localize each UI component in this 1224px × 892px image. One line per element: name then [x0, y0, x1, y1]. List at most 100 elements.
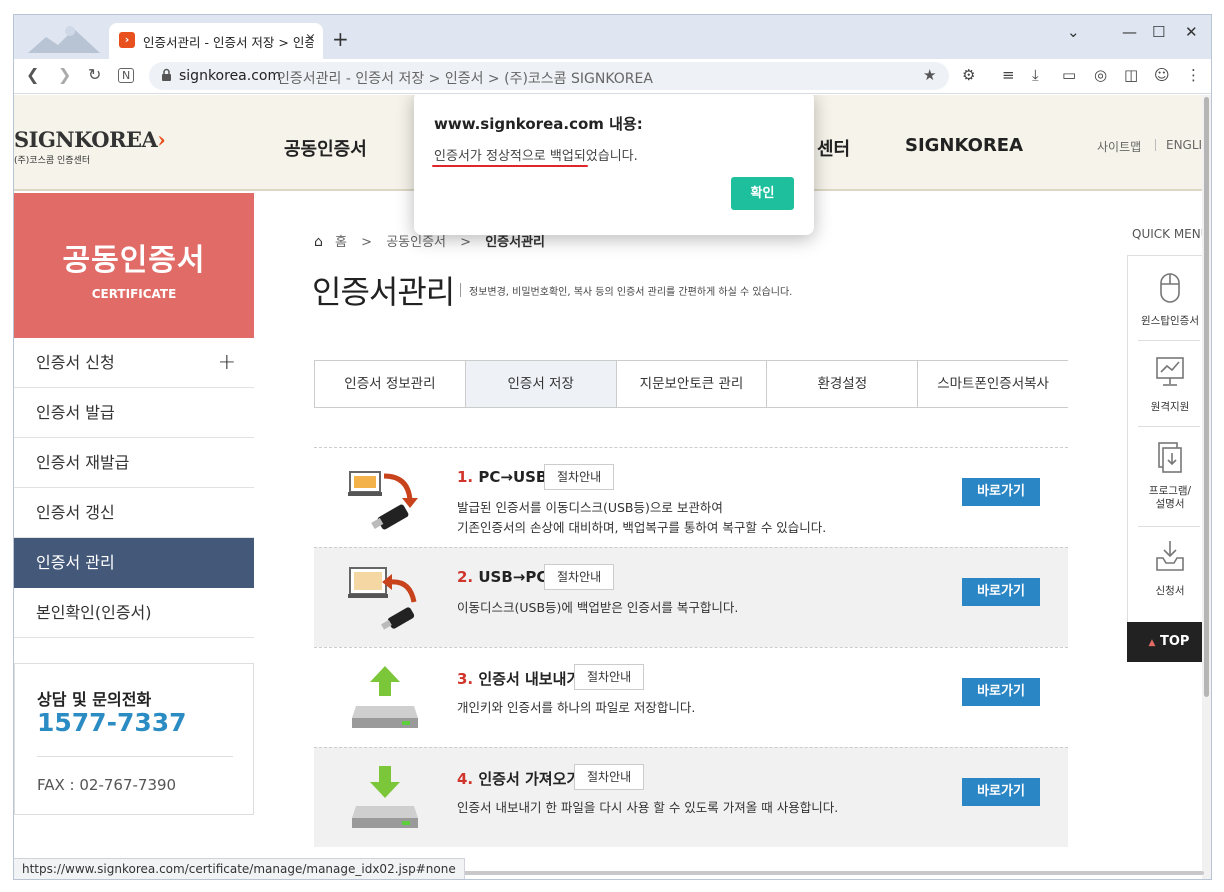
- go-button[interactable]: 바로가기: [962, 678, 1040, 706]
- tab-search-icon[interactable]: ⌄: [1067, 23, 1080, 41]
- monitor-chart-icon: [1156, 357, 1184, 386]
- row-description: 인증서 내보내기 한 파일을 다시 사용 할 수 있도록 가져올 때 사용합니다…: [457, 798, 838, 818]
- naver-extension-icon[interactable]: N: [118, 68, 135, 83]
- row-title: 1. PC→USB: [457, 468, 547, 486]
- row-description: 발급된 인증서를 이동디스크(USB등)으로 보관하여 기존인증서의 손상에 대비…: [457, 498, 826, 538]
- quick-menu-label: 원격지원: [1150, 401, 1190, 413]
- download-icon[interactable]: ⤓: [1032, 66, 1039, 84]
- top-button[interactable]: ▲ TOP: [1127, 622, 1211, 662]
- close-window-icon[interactable]: ✕: [1185, 23, 1198, 41]
- quick-menu-divider: [1138, 340, 1200, 341]
- quick-menu-label: 프로그램/설명서: [1148, 485, 1192, 510]
- signkorea-logo[interactable]: SIGNKOREA› (주)코스콤 인증센터: [14, 127, 166, 166]
- sidebar-item-identity[interactable]: 본인확인(인증서): [14, 588, 254, 638]
- browser-tab[interactable]: › 인증서관리 - 인증서 저장 > 인증서 > (주)코스콤 SIGNKORE…: [109, 23, 323, 59]
- sidebar-item-label: 인증서 재발급: [36, 453, 130, 472]
- dialog-title: www.signkorea.com 내용:: [434, 115, 643, 133]
- breadcrumb-home[interactable]: 홈: [335, 235, 347, 250]
- cast-icon[interactable]: ▭: [1062, 66, 1076, 84]
- list-item: 1. PC→USB 절차안내 발급된 인증서를 이동디스크(USB등)으로 보관…: [314, 447, 1068, 547]
- tab-smartphone-copy[interactable]: 스마트폰인증서복사: [917, 361, 1068, 407]
- horizontal-scrollbar[interactable]: [414, 871, 1204, 875]
- contact-phone: 1577-7337: [37, 708, 187, 737]
- profile-icon[interactable]: ☺: [1154, 66, 1170, 84]
- row-title: 3. 인증서 내보내기: [457, 668, 580, 689]
- sub-tabs: 인증서 정보관리 인증서 저장 지문보안토큰 관리 환경설정 스마트폰인증서복사: [314, 360, 1068, 408]
- menu-icon[interactable]: ⋮: [1186, 66, 1201, 84]
- sidebar-item-manage[interactable]: 인증서 관리: [14, 538, 254, 588]
- sidebar-subtitle: CERTIFICATE: [91, 287, 177, 301]
- guide-button[interactable]: 절차안내: [574, 664, 645, 690]
- sidebar-item-renew[interactable]: 인증서 갱신: [14, 488, 254, 538]
- document-download-icon: [1158, 442, 1182, 473]
- annotation-underline: [432, 165, 588, 167]
- quick-winstop[interactable]: 윈스탑인증서: [1128, 268, 1211, 328]
- logo-subtitle: (주)코스콤 인증센터: [14, 156, 91, 166]
- expand-plus-icon[interactable]: +: [218, 338, 236, 388]
- guide-button[interactable]: 절차안내: [544, 464, 615, 490]
- ok-button[interactable]: 확인: [731, 177, 794, 210]
- tab-cert-save[interactable]: 인증서 저장: [464, 361, 616, 407]
- sidebar-item-label: 본인확인(인증서): [36, 603, 152, 622]
- breadcrumb-level1[interactable]: 공동인증서: [386, 235, 446, 250]
- go-button[interactable]: 바로가기: [962, 778, 1040, 806]
- quick-application-form[interactable]: 신청서: [1128, 538, 1211, 598]
- back-icon[interactable]: ❮: [26, 65, 39, 84]
- url-path: 인증서관리 - 인증서 저장 > 인증서 > (주)코스콤 SIGNKOREA: [277, 71, 653, 87]
- row-desc-line: 발급된 인증서를 이동디스크(USB등)으로 보관하여: [457, 500, 723, 515]
- guide-button[interactable]: 절차안내: [574, 764, 645, 790]
- row-number: 1.: [457, 468, 474, 486]
- sidebar-item-label: 인증서 신청: [36, 353, 115, 372]
- new-tab-button[interactable]: +: [332, 27, 349, 51]
- bookmark-star-icon[interactable]: ★: [923, 66, 936, 84]
- sitemap-link[interactable]: 사이트맵: [1097, 138, 1141, 155]
- tab-fingerprint-token[interactable]: 지문보안토큰 관리: [615, 361, 767, 407]
- row-number: 4.: [457, 770, 474, 788]
- side-panel-icon[interactable]: ◫: [1124, 66, 1138, 84]
- forward-icon[interactable]: ❯: [58, 65, 71, 84]
- row-desc-line: 개인키와 인증서를 하나의 파일로 저장합니다.: [457, 700, 696, 715]
- logo-text: SIGNKOREA: [14, 127, 158, 152]
- sidebar-item-issue[interactable]: 인증서 발급: [14, 388, 254, 438]
- row-description: 개인키와 인증서를 하나의 파일로 저장합니다.: [457, 698, 695, 718]
- quick-menu-title: QUICK MENU: [1132, 227, 1210, 241]
- sidebar-item-label: 인증서 갱신: [36, 503, 115, 522]
- tab-settings[interactable]: 환경설정: [766, 361, 917, 407]
- gnb-center[interactable]: 센터: [817, 135, 850, 161]
- breadcrumb-separator: >: [361, 235, 373, 250]
- row-description: 이동디스크(USB등)에 백업받은 인증서를 복구합니다.: [457, 598, 738, 618]
- alert-dialog: www.signkorea.com 내용: 인증서가 정상적으로 백업되었습니다…: [414, 95, 814, 235]
- top-label: TOP: [1160, 634, 1190, 649]
- url-host: signkorea.com: [179, 68, 282, 84]
- row-desc-line: 이동디스크(USB등)에 백업받은 인증서를 복구합니다.: [457, 600, 739, 615]
- maximize-icon[interactable]: ☐: [1152, 23, 1165, 41]
- gnb-signkorea[interactable]: SIGNKOREA: [905, 135, 1023, 156]
- web-page: SIGNKOREA› (주)코스콤 인증센터 공동인증서 센터 SIGNKORE…: [14, 95, 1211, 879]
- gnb-certificate[interactable]: 공동인증서: [284, 135, 367, 161]
- form-download-icon: [1156, 541, 1184, 571]
- signkorea-favicon-icon: ›: [119, 32, 135, 48]
- quick-remote-support[interactable]: 원격지원: [1128, 354, 1211, 414]
- lock-icon: [162, 68, 171, 81]
- close-tab-icon[interactable]: ×: [305, 31, 316, 46]
- address-bar[interactable]: signkorea.com 인증서관리 - 인증서 저장 > 인증서 > (주)…: [149, 62, 949, 90]
- extensions-icon[interactable]: ⚙: [962, 66, 975, 84]
- pc-to-usb-icon: [348, 471, 418, 530]
- row-number: 3.: [457, 670, 474, 688]
- vertical-scroll-thumb[interactable]: [1204, 97, 1209, 697]
- quick-program-manual[interactable]: 프로그램/설명서: [1128, 440, 1211, 511]
- minimize-icon[interactable]: —: [1122, 23, 1137, 41]
- reading-list-icon[interactable]: ≡: [1002, 66, 1015, 84]
- sidebar-item-reissue[interactable]: 인증서 재발급: [14, 438, 254, 488]
- sidebar-item-apply[interactable]: 인증서 신청 +: [14, 338, 254, 388]
- go-button[interactable]: 바로가기: [962, 578, 1040, 606]
- go-button[interactable]: 바로가기: [962, 478, 1040, 506]
- list-item: 4. 인증서 가져오기 절차안내 인증서 내보내기 한 파일을 다시 사용 할 …: [314, 747, 1068, 847]
- quick-menu-label: 신청서: [1155, 585, 1185, 597]
- home-icon[interactable]: ⌂: [314, 234, 323, 250]
- guide-button[interactable]: 절차안내: [544, 564, 615, 590]
- breadcrumb-current: 인증서관리: [485, 235, 545, 250]
- tab-info-manage[interactable]: 인증서 정보관리: [314, 361, 465, 407]
- reload-icon[interactable]: ↻: [88, 65, 101, 84]
- screenshot-icon[interactable]: ◎: [1094, 66, 1107, 84]
